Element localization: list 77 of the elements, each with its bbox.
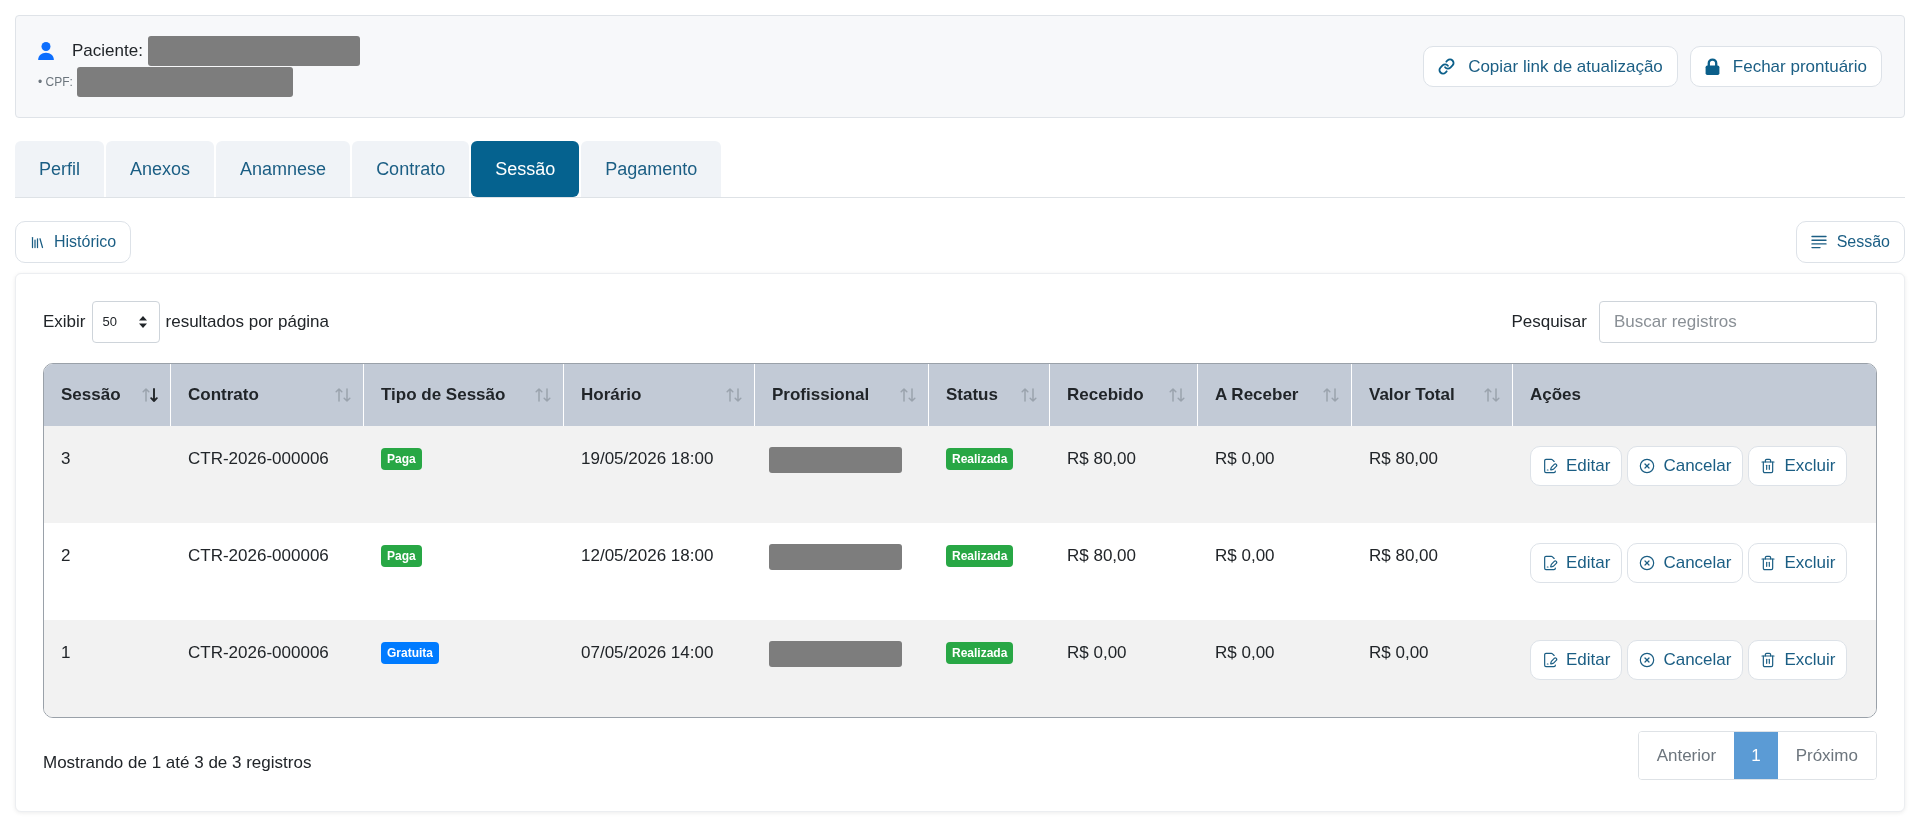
cancel-button[interactable]: Cancelar [1627, 543, 1744, 583]
link-icon [1438, 58, 1456, 75]
session-number: 1 [61, 643, 71, 662]
show-label: Exibir [43, 311, 86, 334]
page-size-select[interactable]: 50 [91, 301, 160, 343]
contract-code: CTR-2026-000006 [188, 449, 329, 468]
amount-received: R$ 80,00 [1067, 449, 1136, 468]
column-header: A Receber [1215, 384, 1299, 407]
search-label: Pesquisar [1511, 311, 1587, 334]
status-badge: Realizada [946, 642, 1014, 664]
column-header: Profissional [772, 384, 870, 407]
session-button[interactable]: Sessão [1795, 221, 1905, 263]
caret-icon [138, 316, 147, 328]
total-amount: R$ 0,00 [1369, 643, 1429, 662]
cpf-label: • CPF: [38, 74, 73, 91]
session-type-badge: Paga [381, 448, 422, 470]
contract-code: CTR-2026-000006 [188, 546, 329, 565]
status-badge: Realizada [946, 448, 1014, 470]
amount-received: R$ 80,00 [1067, 546, 1136, 565]
session-type-badge: Paga [381, 545, 422, 567]
edit-button[interactable]: Editar [1530, 640, 1623, 680]
tab[interactable]: Perfil [15, 141, 104, 197]
column-header: Status [946, 384, 998, 407]
copy-link-button[interactable]: Copiar link de atualização [1423, 46, 1678, 87]
records-info: Mostrando de 1 até 3 de 3 registros [43, 752, 312, 774]
file-pen-icon [1542, 652, 1558, 668]
cancel-button[interactable]: Cancelar [1627, 640, 1744, 680]
trash-icon [1760, 652, 1777, 668]
column-header: Sessão [61, 384, 121, 407]
trash-icon [1760, 458, 1777, 474]
column-header: Contrato [188, 384, 259, 407]
amount-received: R$ 0,00 [1067, 643, 1127, 662]
tab[interactable]: Pagamento [581, 141, 722, 197]
tab[interactable]: Anamnese [216, 141, 351, 197]
session-time: 07/05/2026 14:00 [581, 643, 714, 662]
contract-code: CTR-2026-000006 [188, 643, 329, 662]
close-record-button[interactable]: Fechar prontuário [1689, 46, 1882, 87]
circle-x-icon [1639, 458, 1656, 474]
edit-button[interactable]: Editar [1530, 543, 1623, 583]
results-per-page-label: resultados por página [165, 311, 330, 334]
total-amount: R$ 80,00 [1369, 449, 1438, 468]
text-lines-icon [1810, 235, 1827, 249]
session-number: 2 [61, 546, 71, 565]
user-icon [38, 42, 54, 60]
session-time: 19/05/2026 18:00 [581, 449, 714, 468]
tab[interactable]: Contrato [352, 141, 470, 197]
circle-x-icon [1639, 652, 1656, 668]
edit-button[interactable]: Editar [1530, 446, 1623, 486]
column-header: Ações [1530, 384, 1582, 407]
trash-icon [1760, 555, 1777, 571]
history-button[interactable]: Histórico [15, 221, 132, 263]
tab[interactable]: Sessão [471, 141, 580, 197]
amount-due: R$ 0,00 [1215, 546, 1275, 565]
session-type-badge: Gratuita [381, 642, 439, 664]
column-header: Tipo de Sessão [381, 384, 506, 407]
session-number: 3 [61, 449, 71, 468]
circle-x-icon [1639, 555, 1656, 571]
sort-icon[interactable] [142, 388, 158, 402]
column-header: Horário [581, 384, 642, 407]
cancel-button[interactable]: Cancelar [1627, 446, 1744, 486]
lock-icon [1704, 58, 1720, 75]
patient-label: Paciente: [72, 40, 143, 63]
amount-due: R$ 0,00 [1215, 449, 1275, 468]
column-header: Recebido [1067, 384, 1144, 407]
column-header: Valor Total [1369, 384, 1455, 407]
session-time: 12/05/2026 18:00 [581, 546, 714, 565]
file-pen-icon [1542, 555, 1558, 571]
delete-button[interactable]: Excluir [1748, 640, 1848, 680]
search-field[interactable]: Buscar registros [1599, 301, 1877, 343]
total-amount: R$ 80,00 [1369, 546, 1438, 565]
amount-due: R$ 0,00 [1215, 643, 1275, 662]
books-icon [30, 234, 45, 250]
tab[interactable]: Anexos [106, 141, 215, 197]
status-badge: Realizada [946, 545, 1014, 567]
delete-button[interactable]: Excluir [1748, 543, 1848, 583]
file-pen-icon [1542, 458, 1558, 474]
delete-button[interactable]: Excluir [1748, 446, 1848, 486]
